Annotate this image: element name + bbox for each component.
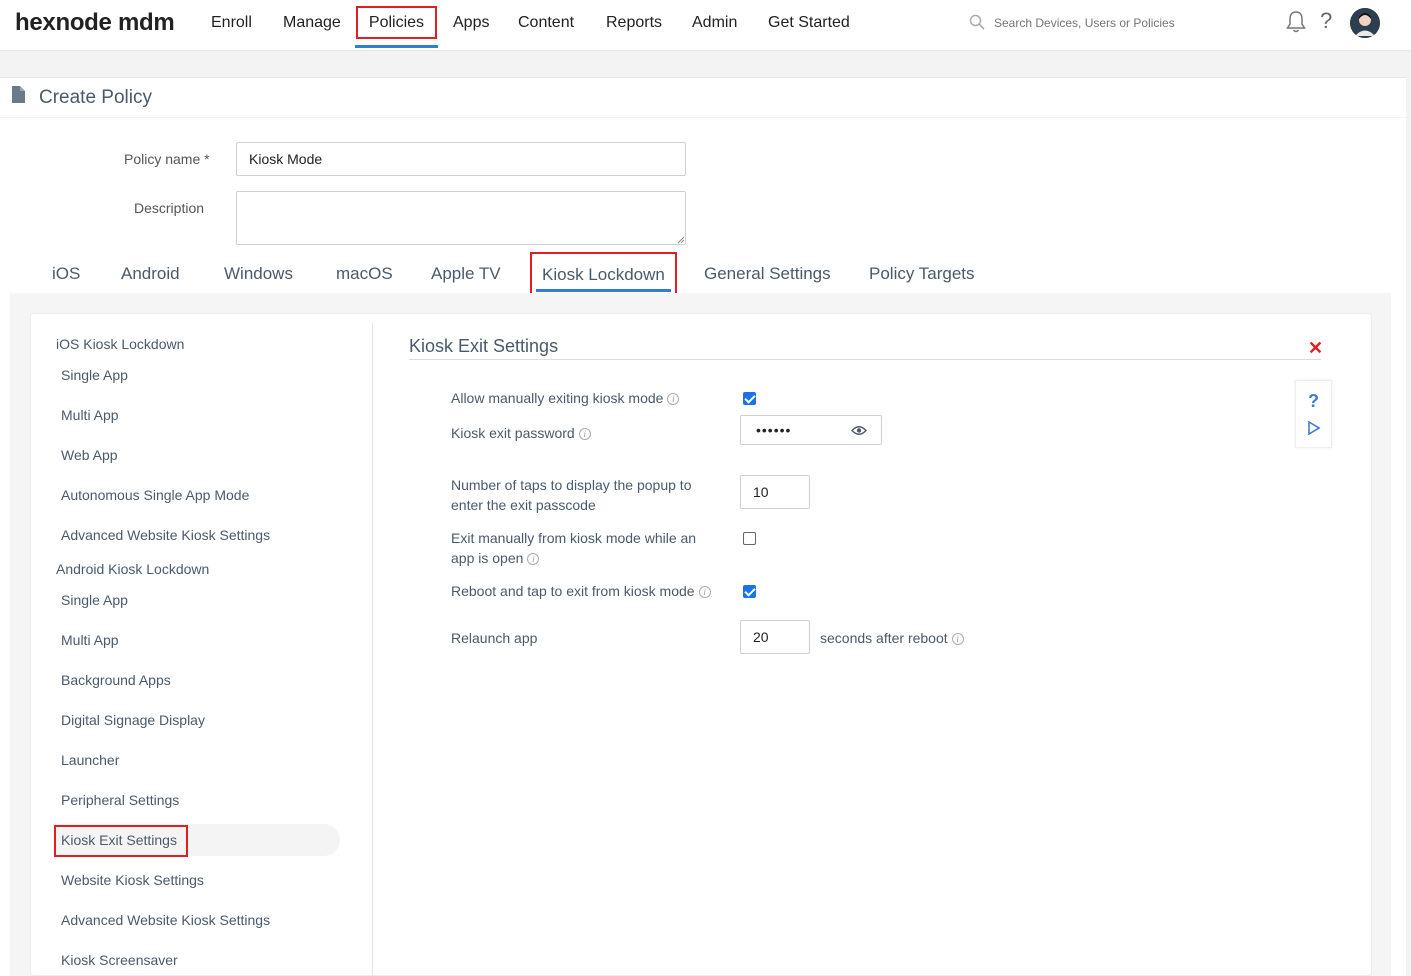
exit-password-field[interactable]: •••••• bbox=[740, 415, 882, 445]
page-title: Create Policy bbox=[39, 87, 152, 108]
sidebar-item-digital-signage[interactable]: Digital Signage Display bbox=[61, 712, 205, 728]
tab-ios[interactable]: iOS bbox=[52, 264, 80, 284]
user-avatar[interactable] bbox=[1350, 8, 1380, 38]
exit-password-value: •••••• bbox=[756, 422, 792, 438]
relaunch-input[interactable] bbox=[740, 620, 810, 654]
tab-general-settings[interactable]: General Settings bbox=[704, 264, 831, 284]
taps-input[interactable] bbox=[740, 475, 810, 509]
relaunch-suffix-text: seconds after reboot bbox=[820, 630, 948, 646]
nav-policies[interactable]: Policies bbox=[355, 0, 438, 48]
sidebar-item-website-kiosk-settings[interactable]: Website Kiosk Settings bbox=[61, 872, 204, 888]
allow-exit-label-text: Allow manually exiting kiosk mode bbox=[451, 390, 664, 406]
exit-password-label-text: Kiosk exit password bbox=[451, 425, 575, 441]
reboot-tap-checkbox[interactable] bbox=[743, 585, 756, 598]
sidebar-item-launcher[interactable]: Launcher bbox=[61, 752, 119, 768]
tab-kiosk-lockdown[interactable]: Kiosk Lockdown bbox=[530, 252, 677, 298]
exit-app-open-label-line2: app is open bbox=[451, 550, 524, 566]
search-icon bbox=[969, 14, 985, 30]
document-icon bbox=[12, 86, 25, 103]
sidebar-item-background-apps[interactable]: Background Apps bbox=[61, 672, 171, 688]
sidebar-group-android-kiosk[interactable]: Android Kiosk Lockdown bbox=[56, 561, 209, 577]
sidebar-divider bbox=[372, 322, 373, 976]
sidebar-group-ios-kiosk[interactable]: iOS Kiosk Lockdown bbox=[56, 336, 184, 352]
page-header: Create Policy bbox=[0, 77, 1406, 117]
play-icon[interactable] bbox=[1308, 421, 1320, 435]
close-icon[interactable]: ✕ bbox=[1308, 338, 1323, 359]
nav-apps[interactable]: Apps bbox=[453, 0, 489, 48]
tab-policy-targets[interactable]: Policy Targets bbox=[869, 264, 975, 284]
help-icon[interactable]: ? bbox=[1320, 8, 1332, 34]
relaunch-label: Relaunch app bbox=[451, 630, 538, 646]
tab-kiosk-lockdown-label: Kiosk Lockdown bbox=[542, 265, 665, 284]
description-textarea[interactable] bbox=[236, 191, 686, 245]
allow-exit-label: Allow manually exiting kiosk mode i bbox=[451, 388, 680, 408]
search-input[interactable] bbox=[994, 16, 1254, 30]
sidebar-item-ios-advanced-website-kiosk[interactable]: Advanced Website Kiosk Settings bbox=[61, 527, 270, 543]
info-icon[interactable]: i bbox=[698, 586, 711, 599]
sidebar-item-peripheral-settings[interactable]: Peripheral Settings bbox=[61, 792, 179, 808]
nav-reports[interactable]: Reports bbox=[606, 0, 662, 48]
sidebar-item-kiosk-screensaver[interactable]: Kiosk Screensaver bbox=[61, 952, 178, 968]
reboot-tap-label: Reboot and tap to exit from kiosk mode i bbox=[451, 581, 711, 601]
sidebar-item-ios-single-app[interactable]: Single App bbox=[61, 367, 128, 383]
tab-macos[interactable]: macOS bbox=[336, 264, 393, 284]
tab-apple-tv[interactable]: Apple TV bbox=[431, 264, 501, 284]
question-icon[interactable]: ? bbox=[1308, 391, 1319, 412]
exit-app-open-checkbox[interactable] bbox=[743, 532, 756, 545]
sidebar-item-android-advanced-website-kiosk[interactable]: Advanced Website Kiosk Settings bbox=[61, 912, 270, 928]
sidebar-item-android-single-app[interactable]: Single App bbox=[61, 592, 128, 608]
settings-panel bbox=[30, 313, 1372, 976]
reboot-tap-label-text: Reboot and tap to exit from kiosk mode bbox=[451, 583, 695, 599]
platform-tabs: iOS Android Windows macOS Apple TV Kiosk… bbox=[10, 252, 1391, 298]
section-divider bbox=[409, 359, 1321, 360]
top-navbar: hexnode mdm Enroll Manage Policies Apps … bbox=[0, 0, 1411, 51]
sidebar-item-kiosk-exit-settings[interactable]: Kiosk Exit Settings bbox=[61, 832, 177, 848]
sidebar-item-android-multi-app[interactable]: Multi App bbox=[61, 632, 119, 648]
nav-manage[interactable]: Manage bbox=[283, 0, 341, 48]
description-label: Description bbox=[134, 200, 205, 216]
avatar-icon bbox=[1350, 8, 1380, 38]
nav-enroll[interactable]: Enroll bbox=[211, 0, 252, 48]
sidebar-item-ios-web-app[interactable]: Web App bbox=[61, 447, 118, 463]
tab-windows[interactable]: Windows bbox=[224, 264, 293, 284]
nav-content[interactable]: Content bbox=[518, 0, 574, 48]
policy-name-input[interactable] bbox=[236, 142, 686, 176]
sidebar-item-ios-multi-app[interactable]: Multi App bbox=[61, 407, 119, 423]
section-title: Kiosk Exit Settings bbox=[409, 336, 559, 356]
info-icon[interactable]: i bbox=[578, 428, 591, 441]
info-icon[interactable]: i bbox=[527, 553, 540, 566]
bell-icon[interactable] bbox=[1285, 10, 1307, 34]
nav-get-started[interactable]: Get Started bbox=[768, 0, 850, 48]
nav-admin[interactable]: Admin bbox=[692, 0, 737, 48]
info-icon[interactable]: i bbox=[951, 633, 964, 646]
taps-label-line1: Number of taps to display the popup to bbox=[451, 477, 692, 493]
tab-android[interactable]: Android bbox=[121, 264, 180, 284]
eye-icon[interactable] bbox=[851, 425, 867, 436]
resize-handle-icon[interactable] bbox=[677, 236, 685, 244]
exit-password-label: Kiosk exit password i bbox=[451, 423, 591, 443]
allow-exit-checkbox[interactable] bbox=[743, 392, 756, 405]
relaunch-suffix: seconds after reboot i bbox=[820, 630, 964, 646]
app-logo[interactable]: hexnode mdm bbox=[15, 9, 175, 37]
exit-app-open-label-line1: Exit manually from kiosk mode while an bbox=[451, 530, 697, 546]
help-toolbar: ? bbox=[1295, 380, 1332, 448]
info-icon[interactable]: i bbox=[667, 393, 680, 406]
active-tab-underline bbox=[536, 289, 671, 292]
taps-label: Number of taps to display the popup to e… bbox=[451, 475, 691, 515]
taps-label-line2: enter the exit passcode bbox=[451, 497, 596, 513]
sidebar-item-ios-autonomous-single-app[interactable]: Autonomous Single App Mode bbox=[61, 487, 249, 503]
nav-policies-label: Policies bbox=[355, 6, 438, 39]
policy-name-label: Policy name * bbox=[124, 151, 210, 167]
exit-app-open-label: Exit manually from kiosk mode while an a… bbox=[451, 528, 696, 568]
